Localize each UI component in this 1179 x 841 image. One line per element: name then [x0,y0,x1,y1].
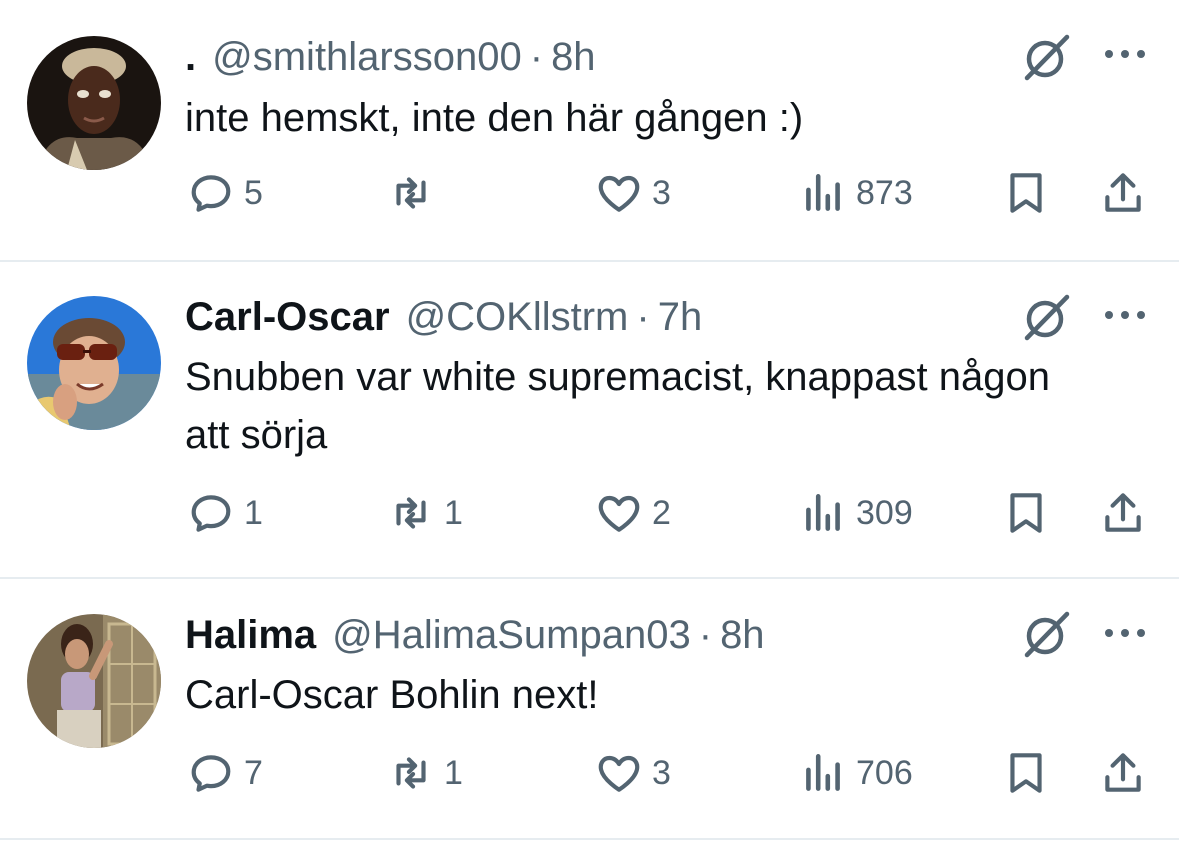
bookmark-button[interactable] [1001,168,1051,218]
timestamp[interactable]: 8h [720,612,765,658]
timestamp[interactable]: 7h [658,294,703,340]
retweet-icon [396,757,426,789]
retweet-count: 1 [444,753,463,792]
user-handle[interactable]: @HalimaSumpan03 [332,612,691,658]
retweet-button[interactable]: 1 [386,488,463,538]
retweet-count: 1 [444,493,463,532]
reply-count: 7 [244,753,263,792]
tweet-header: . @smithlarsson00 · 8h [185,34,596,80]
tweet-1[interactable]: . @smithlarsson00 · 8h inte hemskt, inte… [0,0,1179,262]
share-button[interactable] [1098,488,1148,538]
like-count: 3 [652,753,671,792]
views-icon [806,754,840,791]
bookmark-icon [1010,753,1042,793]
like-count: 3 [652,173,671,212]
reply-count: 1 [244,493,263,532]
tweet-text: inte hemskt, inte den här gången :) [185,96,804,140]
retweet-button[interactable]: 1 [386,748,463,798]
avatar[interactable] [27,296,161,430]
reply-count: 5 [244,173,263,212]
views-button[interactable]: 309 [798,488,913,538]
display-name[interactable]: Halima [185,612,316,658]
views-button[interactable]: 873 [798,168,913,218]
timestamp[interactable]: 8h [551,34,596,80]
separator-dot: · [529,35,544,79]
more-icon[interactable] [1100,623,1150,643]
grok-icon[interactable] [1020,607,1074,661]
tweet-header: Halima @HalimaSumpan03 · 8h [185,612,765,658]
separator-dot: · [636,295,650,339]
grok-icon[interactable] [1020,290,1074,344]
like-button[interactable]: 3 [594,748,671,798]
user-handle[interactable]: @smithlarsson00 [212,34,522,80]
views-count: 309 [856,493,913,532]
share-icon [1105,493,1141,532]
like-icon [598,175,640,212]
reply-icon [191,495,231,532]
like-button[interactable]: 2 [594,488,671,538]
reply-icon [191,755,231,792]
bookmark-icon [1010,493,1042,533]
like-icon [598,755,640,792]
bookmark-icon [1010,173,1042,213]
retweet-icon [396,497,426,529]
retweet-button[interactable] [386,168,444,218]
tweet-text: Carl-Oscar Bohlin next! [185,673,599,717]
avatar[interactable] [27,614,161,748]
views-icon [806,174,840,211]
views-count: 873 [856,173,913,212]
reply-button[interactable]: 1 [186,488,263,538]
avatar[interactable] [27,36,161,170]
like-icon [598,495,640,532]
tweet-text: Snubben var white supremacist, knappast … [185,355,1050,457]
retweet-icon [396,177,426,209]
share-icon [1105,173,1141,212]
tweet-3[interactable]: Halima @HalimaSumpan03 · 8h Carl-Oscar B… [0,579,1179,841]
more-icon[interactable] [1100,44,1150,64]
separator-dot: · [698,613,713,657]
bookmark-button[interactable] [1001,488,1051,538]
reply-button[interactable]: 5 [186,168,263,218]
views-icon [806,494,840,531]
views-count: 706 [856,753,913,792]
grok-icon[interactable] [1020,30,1074,84]
reply-icon [191,175,231,212]
bookmark-button[interactable] [1001,748,1051,798]
tweet-2[interactable]: Carl-Oscar @COKllstrm · 7h Snubben var w… [0,262,1179,578]
display-name[interactable]: . [185,34,196,80]
reply-button[interactable]: 7 [186,748,263,798]
more-icon[interactable] [1100,305,1150,325]
share-button[interactable] [1098,748,1148,798]
like-button[interactable]: 3 [594,168,671,218]
share-button[interactable] [1098,168,1148,218]
display-name[interactable]: Carl-Oscar [185,294,390,340]
like-count: 2 [652,493,671,532]
divider [0,838,1179,840]
share-icon [1105,753,1141,792]
user-handle[interactable]: @COKllstrm [406,294,629,340]
views-button[interactable]: 706 [798,748,913,798]
tweet-header: Carl-Oscar @COKllstrm · 7h [185,294,702,340]
